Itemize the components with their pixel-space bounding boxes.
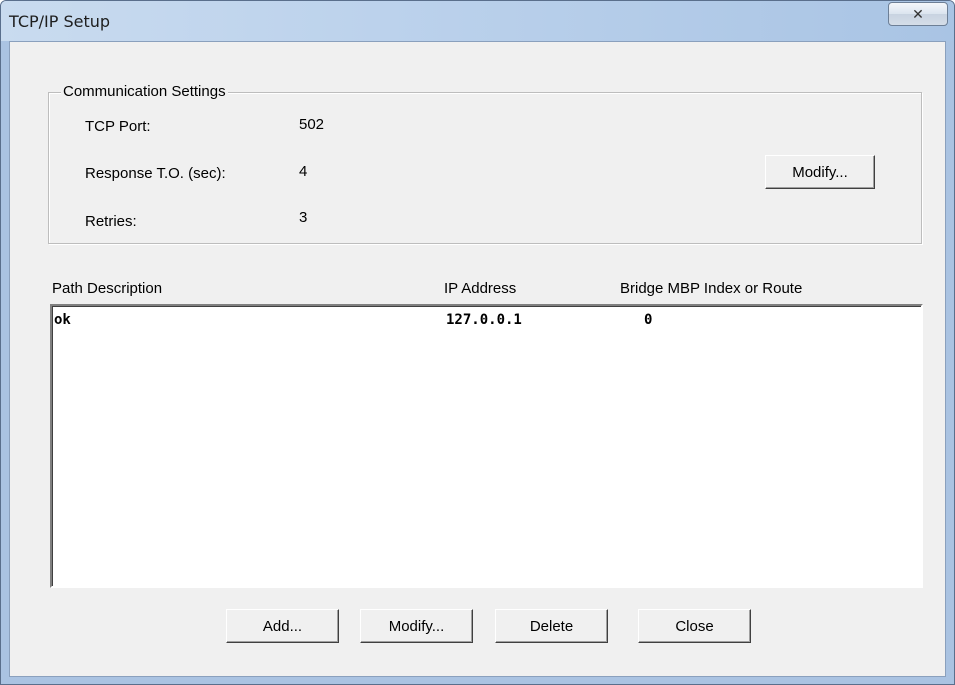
header-path-description: Path Description — [52, 280, 163, 297]
title-bar[interactable]: TCP/IP Setup ✕ — [1, 1, 954, 41]
header-ip-address: IP Address — [444, 280, 517, 297]
ip-address-cell: 127.0.0.1 — [446, 312, 522, 328]
retries-value: 3 — [299, 209, 308, 226]
delete-button[interactable]: Delete — [495, 609, 608, 643]
window-close-button[interactable]: ✕ — [888, 2, 948, 26]
tcpip-setup-window: TCP/IP Setup ✕ Communication Settings TC… — [0, 0, 955, 685]
communication-settings-legend: Communication Settings — [61, 83, 228, 101]
tcp-port-label: TCP Port: — [85, 118, 151, 135]
modify-settings-button[interactable]: Modify... — [765, 155, 875, 189]
close-button[interactable]: Close — [638, 609, 751, 643]
response-timeout-label: Response T.O. (sec): — [85, 165, 226, 182]
tcp-port-value: 502 — [299, 116, 325, 133]
path-description-cell: ok — [54, 312, 71, 328]
close-icon: ✕ — [912, 5, 924, 22]
dialog-client-area: Communication Settings TCP Port: 502 Res… — [9, 41, 946, 677]
modify-path-button[interactable]: Modify... — [360, 609, 473, 643]
communication-settings-group: Communication Settings TCP Port: 502 Res… — [48, 83, 922, 244]
table-row[interactable]: ok 127.0.0.1 0 — [52, 312, 921, 330]
retries-label: Retries: — [85, 213, 137, 230]
window-title: TCP/IP Setup — [9, 12, 111, 31]
response-timeout-value: 4 — [299, 163, 308, 180]
path-list[interactable]: ok 127.0.0.1 0 — [50, 304, 923, 588]
add-button[interactable]: Add... — [226, 609, 339, 643]
header-bridge-mbp-index: Bridge MBP Index or Route — [620, 280, 803, 297]
bridge-index-cell: 0 — [644, 312, 653, 328]
